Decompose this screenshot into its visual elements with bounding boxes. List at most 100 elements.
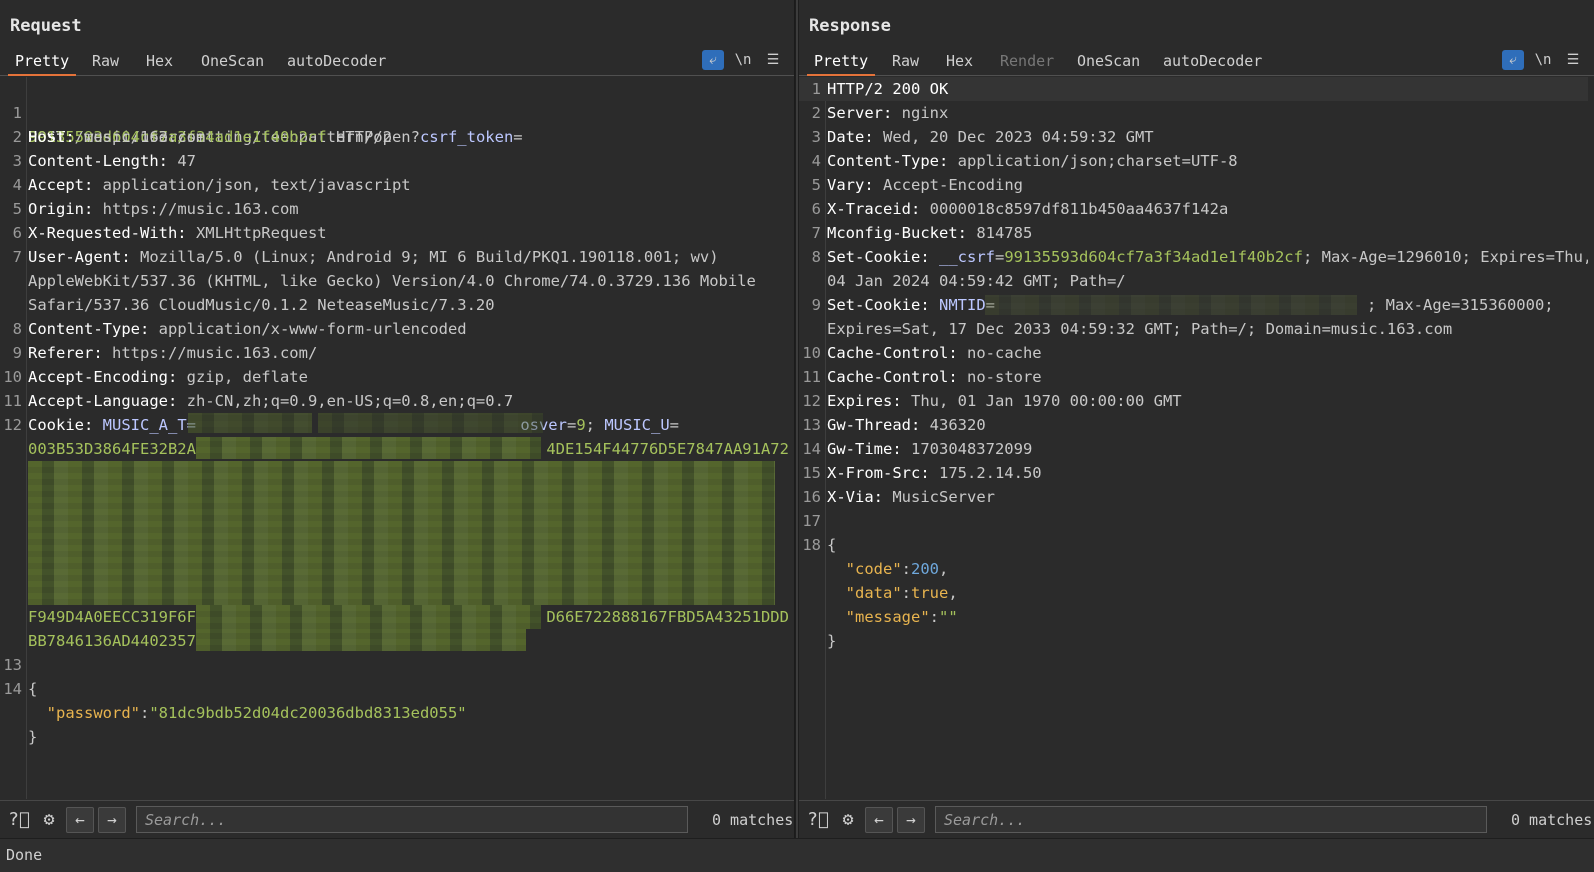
status-line: HTTP/2 200 OK [827,80,949,98]
settings-gear-icon[interactable]: ⚙ [36,807,62,833]
line-number: 4 [811,152,821,170]
cookie-value: BB7846136AD4402357E [28,632,206,650]
line-number: 9 [811,296,821,314]
header-value: music.163.com [74,128,206,146]
next-match-icon[interactable]: → [98,806,126,833]
tab-hex[interactable]: Hex [139,50,180,76]
header-name: Content-Type: [827,152,949,170]
line-number: 2 [811,104,821,122]
tab-onescan[interactable]: OneScan [194,50,271,76]
header-name: X-Traceid: [827,200,921,218]
previous-match-icon[interactable]: ← [66,806,94,833]
line-number: 10 [802,344,821,362]
line-number: 9 [12,344,22,362]
json-comma: , [939,560,949,578]
cookie-attrs: ; Max-Age=1296010; Expires=Thu, [1302,248,1588,266]
header-name: User-Agent: [28,248,131,266]
redacted-region [196,437,541,459]
redacted-region [188,413,312,433]
cookie-value: D66E722888167FBD5A43251DDD [546,608,788,626]
header-name: Host: [28,128,75,146]
header-value: 436320 [920,416,986,434]
cookie-attrs-cont: Expires=Sat, 17 Dec 2033 04:59:32 GMT; P… [827,320,1453,338]
line-number: 8 [811,248,821,266]
cookie-value: F949D4A0EECC319F6F7 [28,608,206,626]
word-wrap-icon[interactable]: ⤶ [1502,50,1524,70]
header-name: Set-Cookie: [827,248,930,266]
json-colon: : [901,584,912,602]
line-number: 14 [3,680,22,698]
menu-icon[interactable]: ☰ [762,50,784,70]
header-value: no-cache [957,344,1042,362]
header-value: Thu, 01 Jan 1970 00:00:00 GMT [901,392,1182,410]
json-key: "code" [845,560,902,578]
header-value-cont: Safari/537.36 CloudMusic/0.1.2 NeteaseMu… [28,296,495,314]
previous-match-icon[interactable]: ← [865,806,893,833]
header-value: 0000018c8597df811b450aa4637f142a [920,200,1229,218]
newline-toggle[interactable]: \n [732,50,754,70]
tab-render[interactable]: Render [993,50,1061,76]
redacted-region [985,295,1357,315]
json-colon: : [140,704,150,722]
header-value: application/json;charset=UTF-8 [948,152,1238,170]
tab-pretty[interactable]: Pretty [8,50,77,76]
tab-hex[interactable]: Hex [939,50,980,76]
request-title: Request [10,16,82,36]
request-editor[interactable]: 1 POST /weapi/user/setting/teenpattern/o… [0,77,794,799]
cookie-name: NMTID [929,296,986,314]
cookie-name: __csrf [929,248,995,266]
json-brace: } [28,728,38,746]
tab-onescan[interactable]: OneScan [1070,50,1147,76]
header-name: Cookie: [28,416,94,434]
cookie-name: MUSIC_U [604,416,670,434]
line-number: 13 [802,416,821,434]
header-name: Referer: [28,344,103,362]
tab-raw[interactable]: Raw [885,50,926,76]
status-text: Done [6,846,43,864]
header-name: Accept-Encoding: [28,368,178,386]
newline-toggle[interactable]: \n [1532,50,1554,70]
line-number: 1 [811,80,821,98]
header-name: Server: [827,104,893,122]
header-value: nginx [892,104,949,122]
json-key: "message" [845,608,930,626]
json-value: 200 [911,560,940,578]
request-pane: Request Pretty Raw Hex OneScan autoDecod… [0,0,795,838]
line-number: 8 [12,320,22,338]
json-key: "password" [46,704,140,722]
separator: ; [585,416,605,434]
json-brace: { [827,536,837,554]
tab-pretty[interactable]: Pretty [807,50,876,76]
next-match-icon[interactable]: → [897,806,925,833]
tab-raw[interactable]: Raw [85,50,126,76]
request-search-input[interactable] [136,806,688,833]
header-name: Content-Type: [28,320,150,338]
settings-gear-icon[interactable]: ⚙ [835,807,861,833]
line-number: 5 [12,200,22,218]
tab-autodecoder[interactable]: autoDecoder [280,50,393,76]
header-value: https://music.163.com/ [102,344,318,362]
help-icon[interactable]: ?⃝ [6,807,32,833]
header-name: X-Via: [827,488,883,506]
line-number: 11 [3,392,22,410]
header-value: 175.2.14.50 [929,464,1042,482]
help-icon[interactable]: ?⃝ [805,807,831,833]
word-wrap-icon[interactable]: ⤶ [702,50,724,70]
line-number: 6 [12,224,22,242]
header-value: XMLHttpRequest [186,224,327,242]
redacted-region [196,629,526,651]
line-number: 3 [811,128,821,146]
cookie-value: 003B53D3864FE32B2AF [28,440,206,458]
response-editor-tools: ⤶ \n ☰ [1502,48,1584,72]
response-search-input[interactable] [935,806,1487,833]
line-number: 4 [12,176,22,194]
json-brace: } [827,632,837,650]
json-comma: , [948,584,958,602]
menu-icon[interactable]: ☰ [1562,50,1584,70]
line-number: 11 [802,368,821,386]
header-value: 1703048372099 [901,440,1033,458]
tab-autodecoder[interactable]: autoDecoder [1156,50,1269,76]
line-number: 13 [3,656,22,674]
line-number: 3 [12,152,22,170]
response-editor[interactable]: 1 HTTP/2 200 OK 2 Server: nginx 3 Date: Wed… [799,77,1594,799]
